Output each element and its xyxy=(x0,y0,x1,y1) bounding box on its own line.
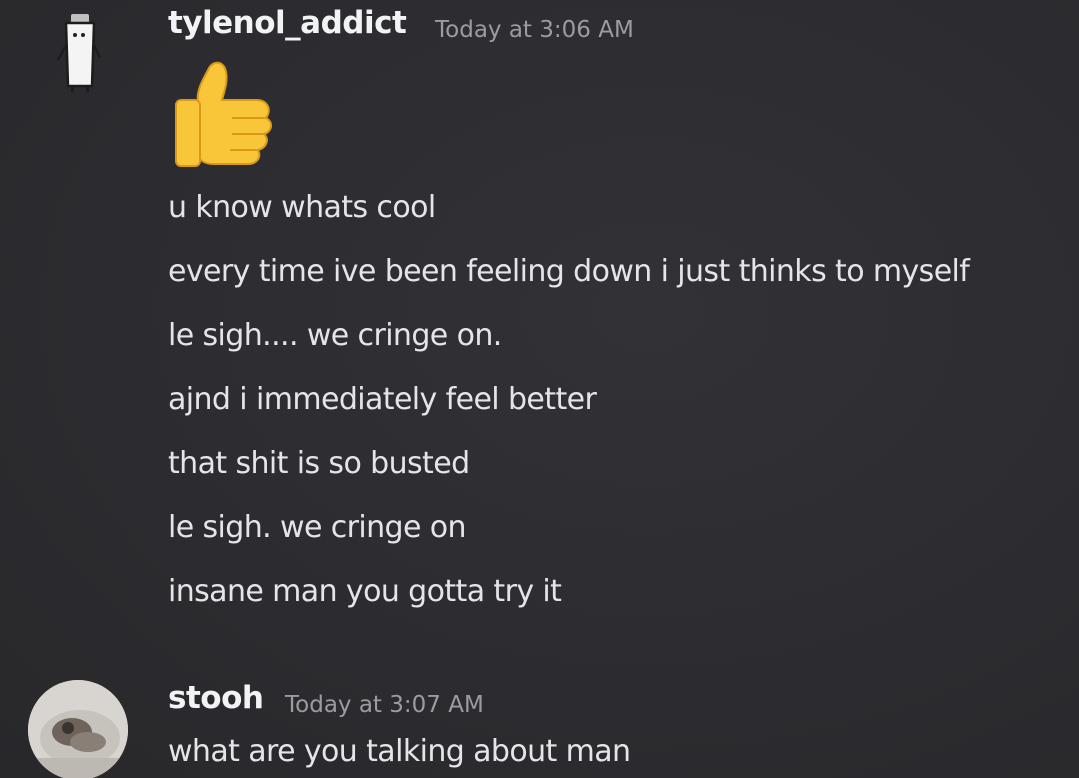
photo-avatar-icon xyxy=(28,680,128,778)
tylenol-bottle-avatar-icon xyxy=(56,14,102,93)
timestamp: Today at 3:06 AM xyxy=(435,17,634,43)
avatar[interactable] xyxy=(28,0,128,100)
message-line: what are you talking about man xyxy=(168,734,631,769)
message-line: every time ive been feeling down i just … xyxy=(168,254,970,289)
message-line: that shit is so busted xyxy=(168,446,470,481)
message-line: u know whats cool xyxy=(168,190,436,225)
avatar[interactable] xyxy=(28,680,128,778)
message-line: insane man you gotta try it xyxy=(168,574,562,609)
timestamp: Today at 3:07 AM xyxy=(285,692,484,718)
message-line: ajnd i immediately feel better xyxy=(168,382,597,417)
message-line: le sigh.... we cringe on. xyxy=(168,318,502,353)
thumbs-up-icon xyxy=(168,52,288,178)
message-line: le sigh. we cringe on xyxy=(168,510,467,545)
username[interactable]: stooh xyxy=(168,680,264,716)
username[interactable]: tylenol_addict xyxy=(168,5,407,41)
chat-area: tylenol_addict Today at 3:06 AM u know w… xyxy=(0,0,1079,778)
